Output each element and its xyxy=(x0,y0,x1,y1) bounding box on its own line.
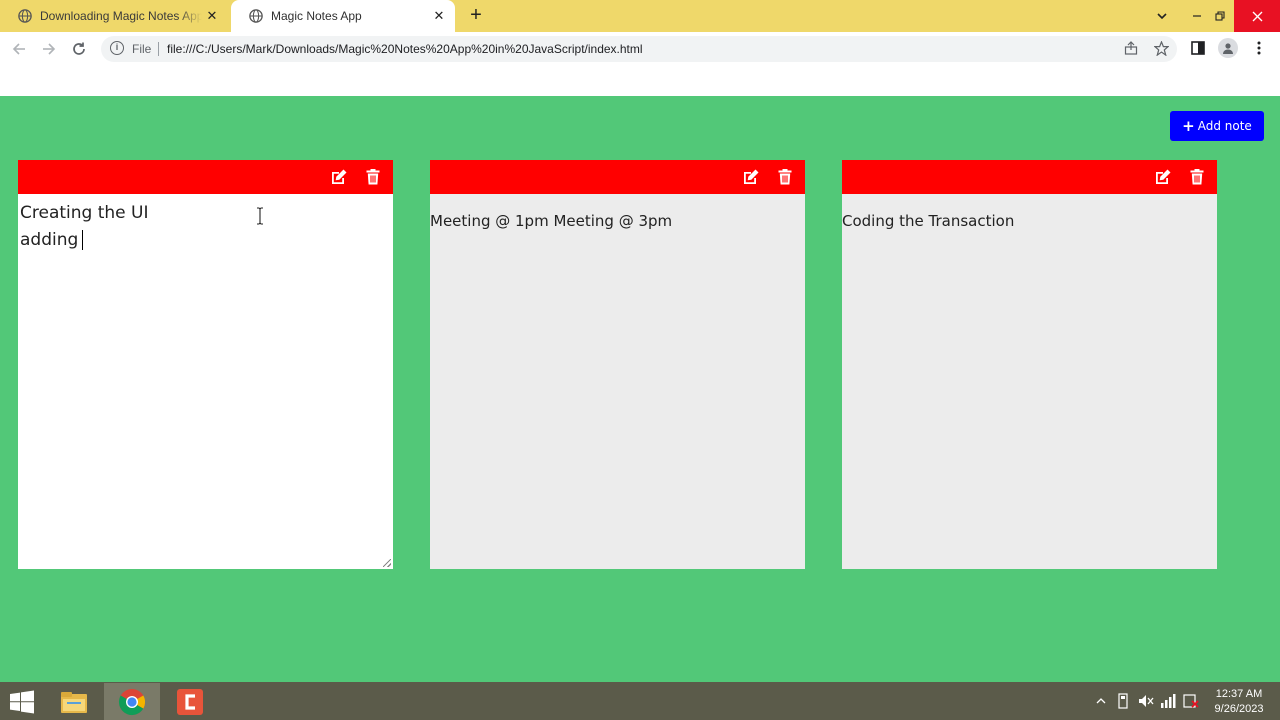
globe-icon xyxy=(18,9,32,23)
scheme-label: File xyxy=(132,42,152,56)
resize-grip-icon[interactable] xyxy=(383,559,391,567)
plus-icon: + xyxy=(1182,117,1195,135)
text-caret xyxy=(82,230,84,250)
add-note-label: Add note xyxy=(1197,119,1252,133)
note-toolbar xyxy=(842,160,1217,194)
camtasia-icon xyxy=(177,688,203,715)
windows-taskbar: 12:37 AM 9/26/2023 xyxy=(0,682,1280,720)
trash-icon[interactable] xyxy=(1188,168,1206,186)
page-header-bar xyxy=(0,65,1280,96)
url-text[interactable]: file:///C:/Users/Mark/Downloads/Magic%20… xyxy=(167,42,643,56)
back-arrow-icon[interactable] xyxy=(8,38,30,60)
text-cursor-icon xyxy=(257,207,263,225)
side-panel-icon[interactable] xyxy=(1188,38,1208,58)
system-clock[interactable]: 12:37 AM 9/26/2023 xyxy=(1208,687,1270,717)
note-content[interactable]: Meeting @ 1pm Meeting @ 3pm xyxy=(430,194,805,569)
chrome-taskbar-button[interactable] xyxy=(104,683,160,720)
network-icon[interactable] xyxy=(1160,691,1176,711)
trash-icon[interactable] xyxy=(364,168,382,186)
note-toolbar xyxy=(18,160,393,194)
tab-title: Downloading Magic Notes App i xyxy=(40,9,202,23)
note-toolbar xyxy=(430,160,805,194)
bookmark-star-icon[interactable] xyxy=(1152,40,1170,59)
edit-icon[interactable] xyxy=(330,168,348,186)
note-text-line: Creating the UI xyxy=(20,203,149,223)
note-textarea[interactable]: Creating the UI adding xyxy=(18,194,393,569)
note-card: Coding the Transaction xyxy=(842,160,1217,569)
tab-close-icon[interactable]: ✕ xyxy=(429,6,449,26)
kebab-menu-icon[interactable] xyxy=(1249,38,1269,58)
tab-close-icon[interactable]: ✕ xyxy=(202,6,222,26)
globe-icon xyxy=(249,9,263,23)
close-window-button[interactable] xyxy=(1234,0,1280,32)
forward-arrow-icon[interactable] xyxy=(38,38,60,60)
browser-tab-strip: Downloading Magic Notes App i ✕ Magic No… xyxy=(0,0,1280,32)
tab-search-chevron-icon[interactable] xyxy=(1147,0,1177,32)
tab-magic-notes[interactable]: Magic Notes App ✕ xyxy=(231,0,455,32)
share-icon[interactable] xyxy=(1122,41,1140,59)
tab-downloading[interactable]: Downloading Magic Notes App i ✕ xyxy=(0,0,228,32)
edit-icon[interactable] xyxy=(742,168,760,186)
note-text-line-cursor: adding xyxy=(20,227,391,254)
note-content[interactable]: Coding the Transaction xyxy=(842,194,1217,569)
edit-icon[interactable] xyxy=(1154,168,1172,186)
usb-device-icon[interactable] xyxy=(1116,691,1130,711)
tray-expand-icon[interactable] xyxy=(1096,691,1106,711)
camtasia-taskbar-button[interactable] xyxy=(162,683,218,720)
volume-muted-icon[interactable] xyxy=(1138,691,1154,711)
clock-date: 9/26/2023 xyxy=(1214,703,1264,715)
omnibox-divider xyxy=(158,42,159,56)
clock-time: 12:37 AM xyxy=(1215,688,1263,700)
folder-icon xyxy=(61,691,87,713)
file-explorer-taskbar-button[interactable] xyxy=(46,683,102,720)
note-card: Meeting @ 1pm Meeting @ 3pm xyxy=(430,160,805,569)
chrome-icon xyxy=(118,688,146,715)
note-text-line: adding xyxy=(20,230,79,250)
tab-title: Magic Notes App xyxy=(271,9,362,23)
address-bar[interactable]: i File file:///C:/Users/Mark/Downloads/M… xyxy=(101,36,1177,62)
note-card: Creating the UI adding xyxy=(18,160,393,569)
add-note-button[interactable]: + Add note xyxy=(1170,111,1264,141)
profile-avatar-icon[interactable] xyxy=(1218,38,1238,58)
reload-icon[interactable] xyxy=(68,38,90,60)
browser-toolbar: i File file:///C:/Users/Mark/Downloads/M… xyxy=(0,32,1280,65)
new-tab-button[interactable]: + xyxy=(466,5,486,26)
notification-icon[interactable] xyxy=(1183,691,1199,711)
site-info-icon[interactable]: i xyxy=(110,41,124,55)
windows-start-icon[interactable] xyxy=(6,690,38,714)
trash-icon[interactable] xyxy=(776,168,794,186)
restore-button[interactable] xyxy=(1205,0,1235,32)
